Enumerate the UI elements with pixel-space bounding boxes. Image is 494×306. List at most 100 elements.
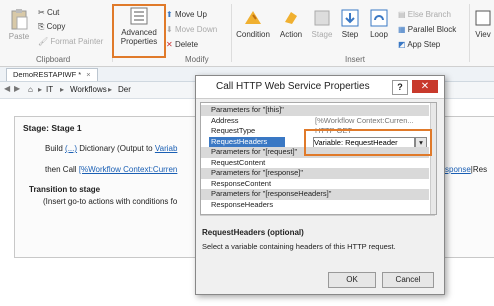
format-painter-button[interactable]: 🖌 Format Painter <box>38 37 103 46</box>
variable-link[interactable]: Variab <box>155 144 178 153</box>
move-up-button[interactable]: ⬆ Move Up <box>166 10 207 19</box>
address-link[interactable]: [%Workflow Context:Curren <box>79 165 178 174</box>
stage-button[interactable]: Stage <box>309 8 335 39</box>
scrollbar[interactable] <box>430 103 436 214</box>
breadcrumb-separator-icon: ▸ <box>38 85 43 94</box>
brush-icon: 🖌 <box>38 37 49 46</box>
property-name: RequestType <box>211 126 256 135</box>
close-icon: ✕ <box>420 81 430 92</box>
paste-icon <box>11 9 28 30</box>
property-name: Address <box>211 115 239 125</box>
action-label: Action <box>279 30 303 39</box>
property-row[interactable]: RequestContent <box>201 158 429 169</box>
dialog-titlebar: Call HTTP Web Service Properties ? ✕ <box>196 76 444 99</box>
view-button[interactable]: Viev <box>472 8 494 39</box>
delete-label: Delete <box>174 40 199 49</box>
condition-button[interactable]: Condition <box>234 8 272 39</box>
view-icon <box>475 10 491 26</box>
action-text: |Res <box>470 165 488 174</box>
close-icon[interactable]: × <box>86 70 90 79</box>
app-step-label: App Step <box>407 40 441 49</box>
view-label: Viev <box>475 30 491 39</box>
branch-icon: ▤ <box>398 10 406 19</box>
advanced-properties-highlight <box>112 4 166 58</box>
step-label: Step <box>341 30 359 39</box>
condition-icon <box>245 11 261 24</box>
paste-button[interactable]: Paste <box>6 8 32 41</box>
category-label: Parameters for "[this]" <box>211 105 284 114</box>
document-tab[interactable]: DemoRESTAPIWF * × <box>6 68 98 81</box>
format-painter-label: Format Painter <box>50 37 104 46</box>
action-link[interactable]: (...) <box>65 144 77 153</box>
move-up-label: Move Up <box>174 10 207 19</box>
breadcrumb-item-workflows[interactable]: Workflows <box>70 85 107 94</box>
group-separator <box>231 4 232 62</box>
delete-button[interactable]: ✕ Delete <box>166 40 198 49</box>
modify-group-label: Modify <box>185 55 209 64</box>
loop-button[interactable]: Loop <box>366 8 392 39</box>
copy-icon: ⎘ <box>38 22 45 31</box>
property-row[interactable]: ResponseContent <box>201 179 429 190</box>
copy-button[interactable]: ⎘ Copy <box>38 22 65 32</box>
dialog-title: Call HTTP Web Service Properties <box>216 81 370 92</box>
breadcrumb-item-workflow[interactable]: Der <box>118 85 131 94</box>
close-button[interactable]: ✕ <box>412 80 438 93</box>
description-text: Select a variable containing headers of … <box>202 242 396 251</box>
call-http-properties-dialog: Call HTTP Web Service Properties ? ✕ Par… <box>195 75 445 295</box>
arrow-up-icon: ⬆ <box>166 10 173 19</box>
else-branch-label: Else Branch <box>407 10 451 19</box>
cut-button[interactable]: ✂ Cut <box>38 8 59 17</box>
action-button[interactable]: Action <box>276 8 306 39</box>
loop-icon <box>370 9 388 27</box>
tab-label: DemoRESTAPIWF * <box>13 70 82 79</box>
property-category: Parameters for "[response]" <box>201 168 429 179</box>
clipboard-group-label: Clipboard <box>36 55 71 64</box>
help-button[interactable]: ? <box>392 80 408 95</box>
category-label: Parameters for "[responseHeaders]" <box>211 189 332 198</box>
property-value[interactable]: [%Workflow Context:Curren... <box>315 116 414 127</box>
forward-icon[interactable]: ▶ <box>14 84 20 93</box>
call-http-action: then Call [%Workflow Context:Curren <box>45 165 177 174</box>
breadcrumb-separator-icon: ▸ <box>108 85 113 94</box>
move-down-button[interactable]: ⬇ Move Down <box>166 25 217 34</box>
step-button[interactable]: Step <box>338 8 362 39</box>
condition-label: Condition <box>236 30 270 39</box>
scissors-icon: ✂ <box>38 8 45 17</box>
group-separator <box>469 4 470 62</box>
action-icon <box>285 12 297 24</box>
app-step-button[interactable]: ◩ App Step <box>398 40 440 49</box>
else-branch-button[interactable]: ▤ Else Branch <box>398 10 451 19</box>
paste-label: Paste <box>8 32 30 41</box>
ribbon: Paste ✂ Cut ⎘ Copy 🖌 Format Painter Clip… <box>0 0 494 67</box>
property-row[interactable]: Address [%Workflow Context:Curren... <box>201 116 429 127</box>
loop-label: Loop <box>370 30 388 39</box>
transition-text: (Insert go-to actions with conditions fo <box>43 197 178 206</box>
step-icon <box>341 9 359 27</box>
arrow-down-icon: ⬇ <box>166 25 173 34</box>
copy-label: Copy <box>46 22 66 31</box>
category-label: Parameters for "[response]" <box>211 168 304 177</box>
property-category: Parameters for "[this]" <box>201 105 429 116</box>
breadcrumb-separator-icon: ▸ <box>60 85 65 94</box>
breadcrumb-root[interactable]: IT <box>46 85 53 94</box>
stage-icon <box>314 10 330 26</box>
insert-group-label: Insert <box>345 55 366 64</box>
cancel-button[interactable]: Cancel <box>382 272 434 288</box>
property-category: Parameters for "[responseHeaders]" <box>201 189 429 200</box>
ok-button[interactable]: OK <box>328 272 376 288</box>
property-row[interactable]: ResponseHeaders <box>201 200 429 211</box>
back-icon[interactable]: ◀ <box>4 84 10 93</box>
property-name: ResponseContent <box>211 178 272 188</box>
action-text: Build <box>45 144 63 153</box>
build-dictionary-action: Build (...) Dictionary (Output to Variab <box>45 144 177 153</box>
stage-label: Stage <box>311 30 333 39</box>
property-name: RequestContent <box>211 157 266 167</box>
app-step-icon: ◩ <box>398 40 406 49</box>
response-link[interactable]: sponse <box>445 165 471 174</box>
home-icon: ⌂ <box>28 85 33 94</box>
divider <box>200 215 435 216</box>
parallel-block-button[interactable]: ▦ Parallel Block <box>398 25 456 34</box>
property-name: RequestHeaders <box>209 136 286 147</box>
parallel-block-label: Parallel Block <box>407 25 457 34</box>
move-down-label: Move Down <box>174 25 218 34</box>
